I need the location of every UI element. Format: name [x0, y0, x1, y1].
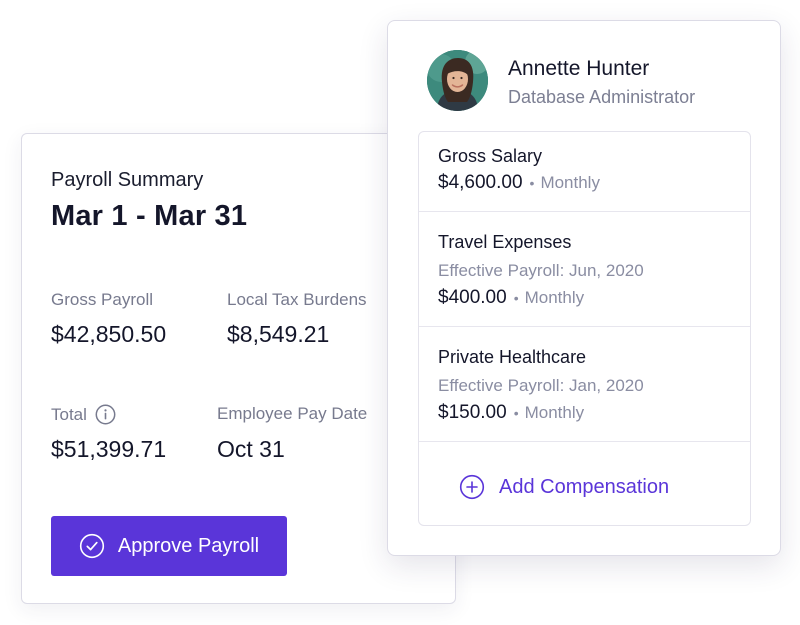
separator-dot: • — [529, 175, 535, 191]
approve-payroll-button[interactable]: Approve Payroll — [51, 516, 287, 576]
total-value: $51,399.71 — [51, 436, 167, 462]
compensation-effective-date: Effective Payroll: Jan, 2020 — [438, 376, 644, 395]
compensation-list: Gross Salary $4,600.00 • Monthly Travel … — [418, 131, 751, 526]
separator-dot: • — [513, 290, 519, 306]
payroll-summary-heading: Payroll Summary — [51, 169, 204, 191]
local-tax-burdens-label: Local Tax Burdens — [227, 290, 367, 309]
payroll-period-title: Mar 1 - Mar 31 — [51, 200, 248, 232]
avatar — [427, 50, 488, 111]
compensation-item-travel-expenses[interactable]: Travel Expenses Effective Payroll: Jun, … — [419, 212, 750, 327]
compensation-item-gross-salary[interactable]: Gross Salary $4,600.00 • Monthly — [419, 132, 750, 212]
compensation-amount-row: $4,600.00 • Monthly — [438, 172, 600, 194]
separator-dot: • — [513, 405, 519, 421]
employee-compensation-card: Annette Hunter Database Administrator Gr… — [387, 20, 781, 556]
total-label: Total — [51, 404, 116, 425]
check-circle-icon — [79, 533, 105, 559]
info-icon[interactable] — [95, 404, 116, 425]
add-compensation-label: Add Compensation — [499, 475, 670, 498]
plus-circle-icon — [459, 474, 485, 500]
employee-name: Annette Hunter — [508, 57, 650, 80]
employee-pay-date-value: Oct 31 — [217, 436, 285, 462]
approve-payroll-label: Approve Payroll — [117, 534, 260, 557]
compensation-effective-date: Effective Payroll: Jun, 2020 — [438, 261, 644, 280]
total-label-text: Total — [51, 404, 87, 424]
compensation-title: Travel Expenses — [438, 232, 572, 252]
compensation-title: Gross Salary — [438, 146, 543, 166]
compensation-amount-row: $400.00 • Monthly — [438, 287, 584, 309]
employee-pay-date-label: Employee Pay Date — [217, 404, 368, 423]
employee-role: Database Administrator — [508, 87, 696, 107]
compensation-amount-row: $150.00 • Monthly — [438, 402, 584, 424]
gross-payroll-label: Gross Payroll — [51, 290, 154, 309]
add-compensation-button[interactable]: Add Compensation — [453, 467, 675, 507]
gross-payroll-value: $42,850.50 — [51, 321, 167, 347]
compensation-amount: $150.00 — [438, 402, 507, 423]
compensation-frequency: Monthly — [540, 173, 600, 192]
compensation-frequency: Monthly — [524, 403, 585, 422]
local-tax-burdens-value: $8,549.21 — [227, 321, 330, 347]
compensation-frequency: Monthly — [524, 288, 585, 307]
compensation-title: Private Healthcare — [438, 347, 587, 367]
compensation-amount: $4,600.00 — [438, 172, 523, 193]
compensation-amount: $400.00 — [438, 287, 507, 308]
compensation-item-private-healthcare[interactable]: Private Healthcare Effective Payroll: Ja… — [419, 327, 750, 442]
